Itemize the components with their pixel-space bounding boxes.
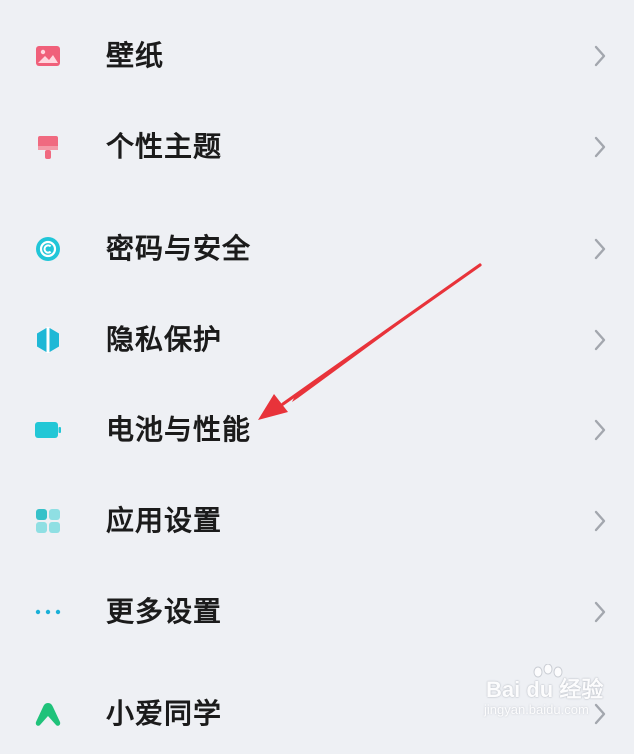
password-security-icon (34, 235, 62, 263)
watermark-brand: Bai du 经验 (486, 677, 604, 702)
chevron-right-icon (590, 599, 610, 625)
settings-item-wallpaper[interactable]: 壁纸 (0, 16, 634, 96)
watermark-url: jingyan.baidu.com (484, 702, 589, 717)
battery-icon (34, 416, 62, 444)
settings-item-label: 更多设置 (106, 595, 223, 628)
settings-item-label: 电池与性能 (106, 413, 252, 446)
settings-item-more-settings[interactable]: 更多设置 (0, 572, 634, 652)
settings-list: 壁纸 个性主题 密码与安全 隐私保护 电池与性能 应用设置 更多设置 小爱同学 (0, 0, 634, 734)
settings-item-label: 应用设置 (106, 504, 223, 537)
app-grid-icon (34, 507, 62, 535)
theme-brush-icon (34, 133, 62, 161)
settings-item-label: 密码与安全 (106, 232, 252, 265)
settings-item-app-settings[interactable]: 应用设置 (0, 481, 634, 561)
xiaoai-icon (34, 700, 62, 728)
settings-item-privacy[interactable]: 隐私保护 (0, 300, 634, 380)
privacy-shield-icon (34, 326, 62, 354)
baidu-jingyan-watermark: Bai du 经验 jingyan.baidu.com (478, 664, 628, 728)
chevron-right-icon (590, 236, 610, 262)
settings-item-label: 小爱同学 (106, 697, 223, 730)
chevron-right-icon (590, 43, 610, 69)
chevron-right-icon (590, 508, 610, 534)
more-dots-icon (34, 598, 62, 626)
wallpaper-icon (34, 42, 62, 70)
settings-item-password-security[interactable]: 密码与安全 (0, 209, 634, 289)
settings-item-label: 隐私保护 (106, 323, 223, 356)
settings-item-theme[interactable]: 个性主题 (0, 107, 634, 187)
settings-item-label: 个性主题 (106, 130, 223, 163)
chevron-right-icon (590, 134, 610, 160)
settings-item-label: 壁纸 (106, 39, 165, 72)
chevron-right-icon (590, 417, 610, 443)
chevron-right-icon (590, 327, 610, 353)
settings-item-battery-performance[interactable]: 电池与性能 (0, 390, 634, 470)
